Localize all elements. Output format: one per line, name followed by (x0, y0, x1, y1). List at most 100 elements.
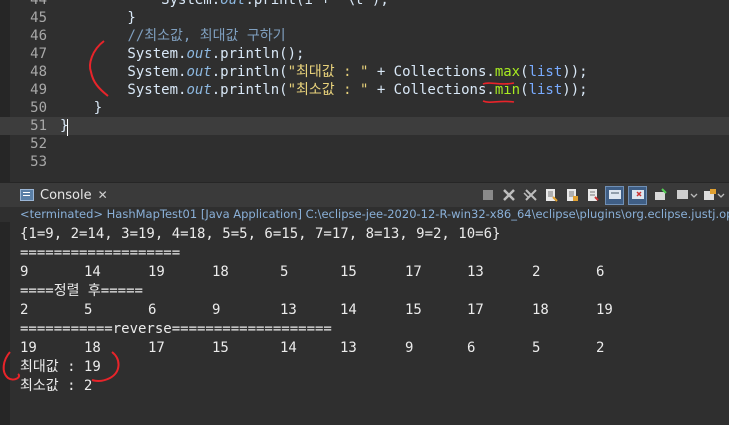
scroll-lock-icon[interactable] (563, 187, 580, 204)
output-line: {1=9, 2=14, 3=19, 4=18, 5=5, 6=15, 7=17,… (20, 226, 501, 242)
code-line[interactable]: 50 } (0, 99, 729, 117)
remove-all-terminated-icon[interactable] (521, 187, 538, 204)
output-cell: 13 (467, 264, 484, 280)
code-line[interactable]: 53 (0, 153, 729, 171)
output-cell: 2 (20, 302, 29, 318)
code-editor[interactable]: 44 System.out.print(i + "\t"); 45 } 46 //최… (0, 0, 729, 182)
line-number: 44 (30, 0, 47, 8)
code-text: System.out.println(); (60, 45, 304, 63)
code-text: } (60, 99, 102, 117)
line-number: 50 (30, 100, 47, 116)
console-output[interactable]: {1=9, 2=14, 3=19, 4=18, 5=5, 6=15, 7=17,… (0, 222, 729, 425)
open-console-icon[interactable] (651, 187, 671, 204)
remove-launch-icon[interactable] (500, 187, 517, 204)
code-token: ( (520, 64, 529, 80)
code-line[interactable]: 46 //최소값, 최대값 구하기 (0, 27, 729, 45)
line-number: 48 (30, 64, 47, 80)
code-token: } (60, 10, 136, 26)
output-line: ====정렬 후===== (20, 283, 143, 299)
line-number: 53 (30, 154, 47, 170)
show-console-on-output-icon[interactable] (628, 185, 647, 205)
code-token: .print(i + "\t"); (245, 0, 389, 8)
code-token: min (494, 82, 521, 98)
tab-console-label: Console (40, 187, 92, 203)
output-line: 9 14 19 18 5 15 17 13 2 6 (20, 263, 720, 282)
code-line[interactable]: 45 } (0, 9, 729, 27)
code-text: System.out.print(i + "\t"); (60, 0, 389, 9)
clear-console-icon[interactable] (542, 187, 559, 204)
output-cell: 15 (340, 264, 357, 280)
output-cell: 15 (212, 340, 229, 356)
text-cursor (67, 119, 68, 136)
line-number: 45 (30, 10, 47, 26)
output-cell: 9 (20, 264, 29, 280)
code-token: )); (562, 82, 588, 98)
code-token: .println( (211, 64, 288, 80)
code-token: .println(); (211, 46, 305, 62)
output-line: 19 18 17 15 14 13 9 6 5 2 (20, 339, 720, 358)
code-token: ( (520, 82, 529, 98)
code-token: max (494, 64, 521, 80)
code-token: out (186, 82, 212, 98)
code-text: } (60, 9, 136, 27)
code-token: System. (60, 64, 187, 80)
output-cell: 13 (340, 340, 357, 356)
code-token: out (186, 46, 212, 62)
output-cell: 9 (212, 302, 221, 318)
display-selected-console-icon[interactable] (675, 187, 699, 204)
output-cell: 6 (148, 302, 157, 318)
line-number: 47 (30, 46, 47, 62)
console-process-status: <terminated> HashMapTest01 [Java Applica… (20, 207, 729, 221)
output-cell: 9 (405, 340, 414, 356)
code-token: System. (161, 0, 221, 8)
console-view-header: Console ✕ (0, 182, 729, 207)
output-line: =================== (20, 245, 181, 261)
code-line[interactable]: 47 System.out.println(); (0, 45, 729, 63)
output-cell: 14 (84, 264, 101, 280)
console-toolbar (479, 183, 729, 207)
output-cell: 19 (596, 302, 613, 318)
close-icon[interactable]: ✕ (98, 188, 108, 202)
console-icon (20, 189, 34, 201)
output-cell: 5 (532, 340, 541, 356)
line-number: 46 (30, 28, 47, 44)
code-line[interactable]: 49 System.out.println("최소값 : " + Collect… (0, 81, 729, 99)
output-cell: 17 (405, 264, 422, 280)
output-cell: 14 (340, 302, 357, 318)
word-wrap-icon[interactable] (584, 187, 601, 204)
code-line[interactable]: 51} (0, 117, 729, 135)
output-cell: 2 (596, 340, 605, 356)
code-token: "최대값 : " (287, 64, 369, 80)
output-cell: 18 (84, 340, 101, 356)
code-token: "최소값 : " (287, 82, 369, 98)
code-token: out (220, 0, 246, 8)
code-text: //최소값, 최대값 구하기 (60, 27, 286, 45)
code-line[interactable]: 48 System.out.println("최대값 : " + Collect… (0, 63, 729, 81)
code-token: System. (60, 82, 187, 98)
output-cell: 5 (84, 302, 93, 318)
output-cell: 17 (467, 302, 484, 318)
code-token: } (60, 100, 103, 116)
code-line[interactable]: 44 System.out.print(i + "\t"); (0, 0, 729, 9)
terminate-icon[interactable] (479, 187, 496, 204)
line-number: 51 (30, 118, 47, 134)
tab-console[interactable]: Console ✕ (20, 183, 108, 207)
output-cell: 17 (148, 340, 165, 356)
output-cell: 18 (212, 264, 229, 280)
code-token: list (528, 82, 563, 98)
code-token: )); (562, 64, 588, 80)
output-cell: 19 (148, 264, 165, 280)
code-line[interactable]: 52 (0, 135, 729, 153)
output-line: 최소값 : 2 (20, 378, 93, 394)
output-line: 2 5 6 9 13 14 15 17 18 19 (20, 301, 720, 320)
output-cell: 2 (532, 264, 541, 280)
pin-console-icon[interactable] (605, 185, 624, 205)
line-number: 52 (30, 136, 47, 152)
code-token: //최소값, 최대값 구하기 (127, 28, 286, 44)
output-cell: 19 (20, 340, 37, 356)
output-line: ===========reverse=================== (20, 321, 332, 337)
output-cell: 6 (596, 264, 605, 280)
output-cell: 18 (532, 302, 549, 318)
new-console-icon[interactable] (703, 187, 725, 204)
